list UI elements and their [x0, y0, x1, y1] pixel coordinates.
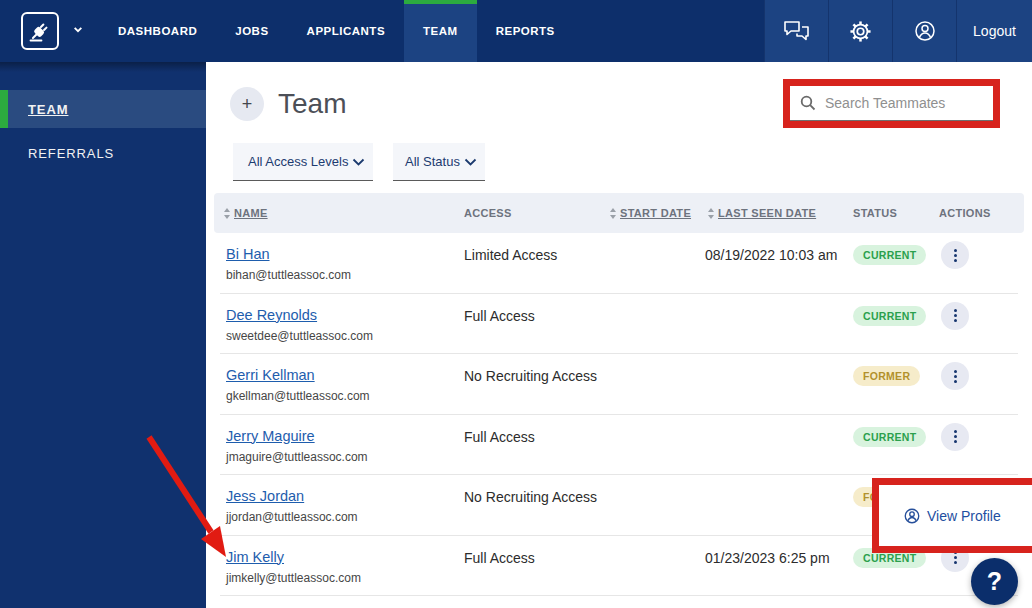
plug-logo-icon — [27, 18, 53, 44]
team-page: DASHBOARD JOBS APPLICANTS TEAM REPORTS — [0, 0, 1032, 608]
chevron-down-icon — [464, 158, 477, 166]
view-profile-menu[interactable]: View Profile — [872, 478, 1032, 553]
teammate-name-link[interactable]: Gerri Kellman — [226, 367, 315, 383]
sort-icon — [610, 208, 616, 219]
top-nav: DASHBOARD JOBS APPLICANTS TEAM REPORTS — [0, 0, 1032, 62]
row-actions-button[interactable] — [941, 241, 969, 269]
table-row: Dee Reynolds sweetdee@tuttleassoc.com Full… — [220, 294, 1018, 355]
search-placeholder: Search Teammates — [825, 95, 945, 111]
column-header-status: STATUS — [853, 193, 897, 233]
status-badge: CURRENT — [853, 306, 926, 326]
nav-item-reports[interactable]: REPORTS — [477, 0, 574, 62]
row-actions-button[interactable] — [941, 362, 969, 390]
teammate-name-link[interactable]: Jim Kelly — [226, 549, 284, 565]
nav-item-dashboard[interactable]: DASHBOARD — [99, 0, 216, 62]
sidebar: TEAM REFERRALS — [0, 62, 206, 608]
add-teammate-button[interactable]: + — [230, 87, 264, 121]
teammate-name-link[interactable]: Dee Reynolds — [226, 307, 317, 323]
search-annotation-box: Search Teammates — [783, 79, 1000, 128]
nav-utility: Logout — [764, 0, 1032, 62]
nav-item-applicants[interactable]: APPLICANTS — [288, 0, 404, 62]
access-level: Limited Access — [464, 247, 557, 263]
column-header-actions: ACTIONS — [939, 193, 991, 233]
teammate-name-link[interactable]: Jerry Maguire — [226, 428, 315, 444]
table-row: Bi Han bihan@tuttleassoc.com Limited Acces… — [220, 233, 1018, 294]
nav-item-team[interactable]: TEAM — [404, 0, 477, 62]
page-title: Team — [278, 88, 346, 120]
column-header-name[interactable]: NAME — [224, 193, 268, 233]
table-row: Jerry Maguire jmaguire@tuttleassoc.com Ful… — [220, 415, 1018, 476]
settings-button[interactable] — [828, 0, 892, 62]
logout-button[interactable]: Logout — [956, 0, 1032, 62]
sidebar-item-team-label: TEAM — [28, 102, 68, 117]
teammate-email: gkellman@tuttleassoc.com — [226, 389, 370, 403]
status-filter-label: All Status — [405, 154, 460, 169]
help-button[interactable]: ? — [971, 558, 1018, 605]
chevron-down-icon — [352, 158, 365, 166]
table-header: NAME ACCESS START DATE LAST SEEN DATE ST… — [214, 193, 1024, 233]
status-badge: CURRENT — [853, 245, 926, 265]
gear-icon — [849, 20, 872, 43]
last-seen-date: 08/19/2022 10:03 am — [705, 247, 837, 263]
sidebar-item-referrals[interactable]: REFERRALS — [0, 134, 206, 172]
status-badge: FORMER — [853, 366, 920, 386]
app-logo[interactable] — [21, 12, 59, 50]
access-level: No Recruiting Access — [464, 489, 597, 505]
access-level-filter-label: All Access Levels — [248, 154, 348, 169]
teammate-email: sweetdee@tuttleassoc.com — [226, 329, 373, 343]
row-actions-button[interactable] — [941, 423, 969, 451]
sort-icon — [224, 208, 230, 219]
chevron-down-icon[interactable] — [73, 26, 83, 33]
access-level: Full Access — [464, 429, 535, 445]
column-header-access: ACCESS — [464, 193, 512, 233]
access-level: No Recruiting Access — [464, 368, 597, 384]
row-actions-button[interactable] — [941, 302, 969, 330]
teammate-name-link[interactable]: Jess Jordan — [226, 488, 304, 504]
view-profile-label: View Profile — [927, 508, 1001, 524]
table-row: Gerri Kellman gkellman@tuttleassoc.com No … — [220, 354, 1018, 415]
last-seen-date: 01/23/2023 6:25 pm — [705, 550, 830, 566]
nav-menu: DASHBOARD JOBS APPLICANTS TEAM REPORTS — [99, 0, 574, 62]
column-header-last-seen[interactable]: LAST SEEN DATE — [708, 193, 816, 233]
search-icon — [800, 95, 816, 111]
sidebar-item-referrals-label: REFERRALS — [28, 146, 114, 161]
profile-icon — [903, 507, 921, 525]
account-button[interactable] — [892, 0, 956, 62]
access-level-filter[interactable]: All Access Levels — [233, 143, 373, 181]
chat-icon — [783, 20, 810, 42]
sort-icon — [708, 208, 714, 219]
status-filter[interactable]: All Status — [393, 143, 485, 181]
nav-item-jobs[interactable]: JOBS — [216, 0, 287, 62]
teammate-name-link[interactable]: Bi Han — [226, 246, 270, 262]
access-level: Full Access — [464, 308, 535, 324]
search-input[interactable]: Search Teammates — [790, 86, 993, 121]
sidebar-shadow — [0, 62, 206, 72]
access-level: Full Access — [464, 550, 535, 566]
teammate-email: bihan@tuttleassoc.com — [226, 268, 351, 282]
teammate-email: jimkelly@tuttleassoc.com — [226, 571, 361, 585]
user-icon — [913, 19, 937, 43]
column-header-start-date[interactable]: START DATE — [610, 193, 691, 233]
sidebar-item-team[interactable]: TEAM — [0, 90, 206, 128]
status-badge: CURRENT — [853, 427, 926, 447]
teammate-email: jmaguire@tuttleassoc.com — [226, 450, 368, 464]
messages-button[interactable] — [764, 0, 828, 62]
teammate-email: jjordan@tuttleassoc.com — [226, 510, 358, 524]
